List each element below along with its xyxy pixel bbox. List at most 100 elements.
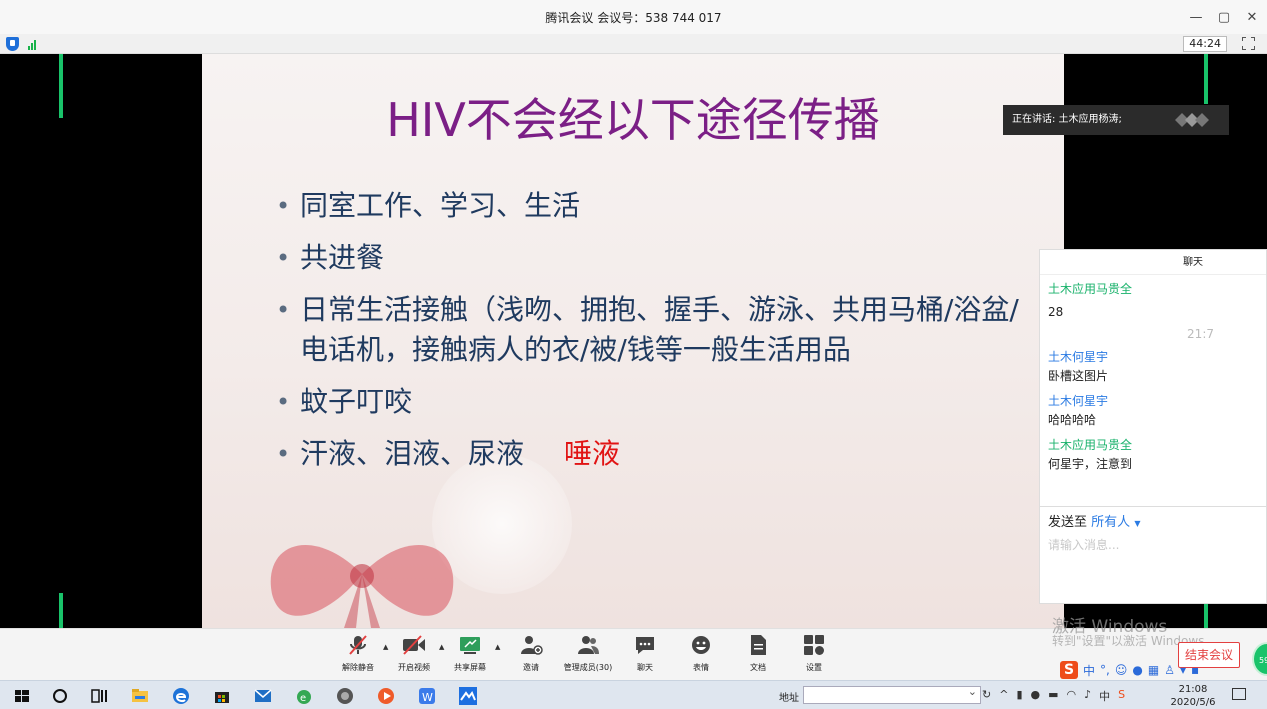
window-controls: — ▢ ✕: [1189, 0, 1259, 34]
file-explorer-icon[interactable]: [130, 686, 150, 706]
chat-panel-title: 聊天: [1040, 250, 1266, 275]
address-input[interactable]: [803, 685, 981, 704]
chat-message: 哈哈哈哈: [1048, 413, 1097, 427]
slide-bullet: 共进餐: [272, 238, 1032, 278]
chat-sender: 土木应用马贵全: [1048, 282, 1133, 296]
chat-message: 28: [1048, 305, 1064, 319]
close-button[interactable]: ✕: [1245, 10, 1259, 25]
window-title-bar: 腾讯会议 会议号：538 744 017 — ▢ ✕: [0, 0, 1267, 34]
ime-mode[interactable]: 中: [1083, 662, 1095, 679]
qq-icon[interactable]: ●: [1031, 688, 1041, 704]
wps-office-icon[interactable]: W: [417, 686, 437, 706]
send-to-label: 发送至: [1048, 515, 1088, 530]
invite-icon: [521, 636, 543, 655]
chat-sender: 土木何星宇: [1048, 350, 1109, 364]
toolbar-label: 解除静音: [342, 663, 374, 672]
speaker-indicator-bar: [59, 593, 63, 628]
toolbar-label: 管理成员(30): [563, 663, 613, 672]
toolbar-label: 表情: [693, 663, 709, 672]
input-language[interactable]: 中: [1099, 688, 1110, 704]
chat-message-list[interactable]: 土木应用马贵全 28 21:7 土木何星宇 卧槽这图片 土木何星宇 哈哈哈哈 土…: [1040, 275, 1266, 483]
wifi-icon[interactable]: ◠: [1067, 688, 1077, 704]
microphone-icon[interactable]: ▮: [1016, 688, 1022, 704]
ime-user-icon[interactable]: ♙: [1164, 663, 1175, 677]
ribbon-decoration: [270, 545, 454, 628]
slide-bullet: 日常生活接触（浅吻、拥抱、握手、游泳、共用马桶/浴盆/电话机，接触病人的衣/被/…: [272, 290, 1032, 370]
taskbar-clock[interactable]: 21:08 2020/5/6: [1168, 683, 1218, 709]
emoji-icon: [692, 636, 710, 654]
invite-button[interactable]: 邀请: [503, 634, 559, 673]
chat-panel: 聊天 土木应用马贵全 28 21:7 土木何星宇 卧槽这图片 土木何星宇 哈哈哈…: [1039, 249, 1267, 604]
chat-sender: 土木何星宇: [1048, 394, 1109, 408]
system-tray: ↻ ^ ▮ ● ▬ ◠ ♪ 中 S: [982, 688, 1125, 704]
refresh-icon[interactable]: ↻: [982, 688, 991, 704]
windows-start-icon[interactable]: [12, 686, 32, 706]
document-icon: [751, 635, 766, 655]
sogou-logo-icon[interactable]: S: [1060, 661, 1078, 679]
document-button[interactable]: 文档: [730, 634, 786, 673]
ime-punctuation[interactable]: °,: [1100, 663, 1110, 677]
slide-highlight-word: 唾液: [564, 437, 621, 470]
share-options-caret[interactable]: ▲: [495, 643, 500, 651]
mail-icon[interactable]: [253, 686, 273, 706]
slide-bullet: 汗液、泪液、尿液 唾液: [272, 434, 1032, 474]
speaking-wave-icon: [1175, 113, 1209, 127]
speaker-indicator-bar: [1204, 54, 1208, 104]
minimize-button[interactable]: —: [1189, 10, 1203, 25]
speaker-indicator-bar: [1204, 604, 1208, 628]
meeting-status-bar: 44:24: [0, 34, 1267, 54]
manage-members-button[interactable]: 管理成员(30): [560, 634, 616, 673]
ime-emoji-icon[interactable]: ☺: [1115, 663, 1128, 677]
slide-bullet: 蚊子叮咬: [272, 382, 1032, 422]
chat-button[interactable]: 聊天: [617, 634, 673, 673]
battery-icon[interactable]: ▬: [1048, 688, 1058, 704]
chat-message: 卧槽这图片: [1048, 369, 1109, 383]
search-icon[interactable]: [50, 686, 70, 706]
chat-icon: [636, 637, 654, 654]
settings-button[interactable]: 设置: [786, 634, 842, 673]
fullscreen-icon[interactable]: [1242, 37, 1255, 50]
clock-time: 21:08: [1178, 684, 1208, 695]
toolbar-label: 文档: [750, 663, 766, 672]
chat-message: 何星宇，注意到: [1048, 457, 1133, 471]
security-shield-icon[interactable]: [6, 37, 19, 51]
speaker-indicator-bar: [59, 54, 63, 118]
ime-grid-icon[interactable]: ▪: [1191, 663, 1199, 677]
start-video-button[interactable]: 开启视频: [386, 634, 442, 673]
ime-toolbar: S 中 °, ☺ ● ▦ ♙ ▾ ▪: [1060, 660, 1228, 680]
share-screen-button[interactable]: 共享屏幕: [442, 634, 498, 673]
chat-timestamp: 21:7: [1187, 327, 1214, 341]
send-to-selector[interactable]: 发送至 所有人 ▼: [1048, 511, 1258, 530]
ime-mic-icon[interactable]: ●: [1132, 663, 1142, 677]
task-view-icon[interactable]: [89, 686, 109, 706]
svg-text:e: e: [300, 693, 306, 704]
network-signal-icon[interactable]: [28, 39, 36, 50]
settings-icon: [804, 635, 824, 655]
chevron-up-icon[interactable]: ^: [999, 688, 1008, 704]
send-to-target[interactable]: 所有人: [1091, 515, 1130, 530]
emoji-button[interactable]: 表情: [673, 634, 729, 673]
unmute-button[interactable]: 解除静音: [330, 634, 386, 673]
notification-center-icon[interactable]: [1232, 688, 1246, 700]
chat-sender: 土木应用马贵全: [1048, 438, 1133, 452]
game-app-icon[interactable]: [335, 686, 355, 706]
sogou-tray-icon[interactable]: S: [1118, 688, 1125, 704]
edge-browser-icon[interactable]: [171, 686, 191, 706]
chat-input[interactable]: 请输入消息...: [1048, 536, 1258, 553]
ime-skin-icon[interactable]: ▾: [1180, 663, 1186, 677]
ime-keyboard-icon[interactable]: ▦: [1148, 663, 1159, 677]
microsoft-store-icon[interactable]: [212, 686, 232, 706]
clock-date: 2020/5/6: [1170, 697, 1216, 708]
tencent-meeting-icon[interactable]: [458, 686, 478, 706]
meeting-timer: 44:24: [1183, 36, 1227, 52]
ie-browser-icon[interactable]: e: [294, 686, 314, 706]
toolbar-label: 邀请: [523, 663, 539, 672]
restore-button[interactable]: ▢: [1217, 10, 1231, 25]
volume-icon[interactable]: ♪: [1084, 688, 1091, 704]
address-toolbar-label: 地址: [779, 693, 799, 704]
toolbar-label: 设置: [806, 663, 822, 672]
speaking-label: 正在讲话: 土木应用杨涛;: [1012, 114, 1122, 125]
shared-slide: HIV不会经以下途径传播 同室工作、学习、生活 共进餐 日常生活接触（浅吻、拥抱…: [202, 54, 1064, 628]
chevron-down-icon[interactable]: ▼: [1134, 519, 1140, 528]
media-player-icon[interactable]: [376, 686, 396, 706]
